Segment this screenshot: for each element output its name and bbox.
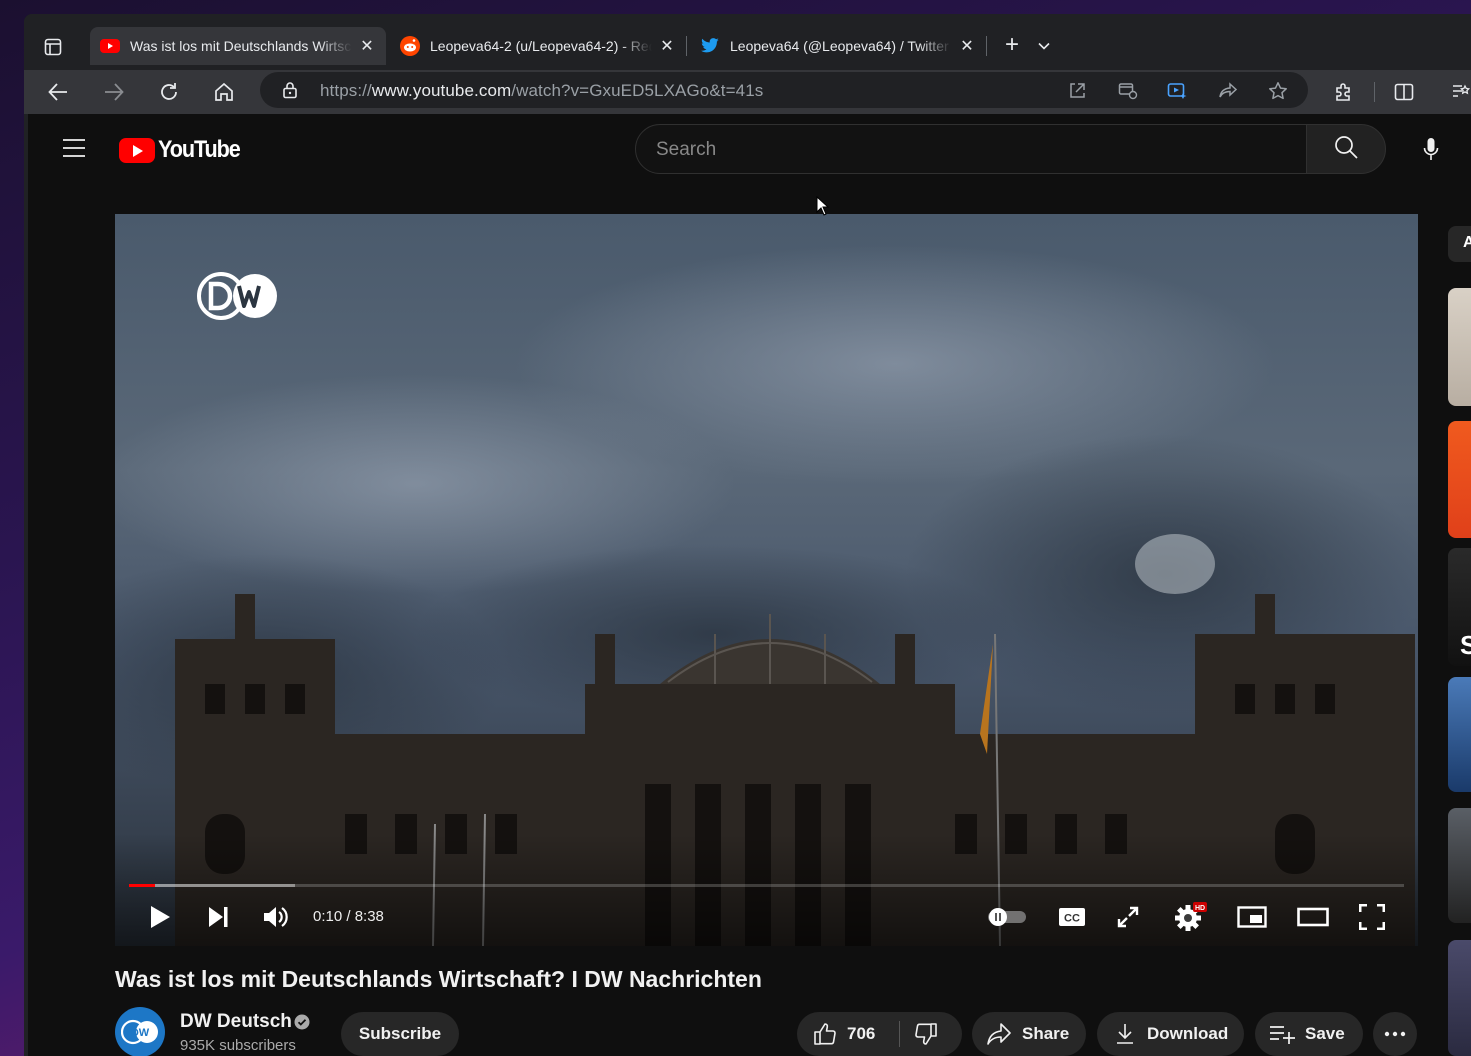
- share-arrow-icon: [986, 1023, 1012, 1045]
- miniplayer-icon[interactable]: [1235, 902, 1269, 932]
- toolbar: https://www.youtube.com/watch?v=GxuED5LX…: [24, 70, 1471, 114]
- tab-title: Was ist los mit Deutschlands Wirtschaft?…: [130, 38, 352, 54]
- hd-badge: HD: [1195, 905, 1205, 912]
- tab-strip: Was ist los mit Deutschlands Wirtschaft?…: [24, 14, 1471, 70]
- play-button[interactable]: [145, 902, 175, 932]
- video-player[interactable]: 0:10 / 8:38 CC HD: [115, 214, 1418, 946]
- search-button[interactable]: [1306, 124, 1386, 174]
- mouse-cursor-icon: [816, 195, 830, 221]
- close-icon[interactable]: ✕: [958, 37, 976, 55]
- add-to-playlist-icon: [1269, 1024, 1295, 1044]
- tab-title: Leopeva64 (@Leopeva64) / Twitter: [730, 38, 949, 54]
- sidebar-filter-chip[interactable]: A: [1448, 226, 1471, 262]
- lock-icon[interactable]: [280, 80, 300, 100]
- volume-icon[interactable]: [261, 902, 291, 932]
- save-label: Save: [1305, 1024, 1345, 1043]
- search-placeholder: Search: [656, 139, 717, 160]
- like-count[interactable]: 706: [847, 1024, 875, 1044]
- sidebar-thumbnail-text: S: [1460, 630, 1471, 660]
- url-path: /watch?v=GxuED5LXAGo&t=41s: [511, 81, 764, 100]
- controls-gradient: [115, 834, 1418, 946]
- tab-separator: [686, 36, 687, 56]
- subscribe-button[interactable]: Subscribe: [341, 1012, 459, 1056]
- tab-youtube[interactable]: Was ist los mit Deutschlands Wirtschaft?…: [90, 27, 386, 65]
- share-button[interactable]: Share: [972, 1012, 1086, 1056]
- avatar-text: DW: [131, 1027, 150, 1039]
- download-icon: [1115, 1023, 1135, 1045]
- autoplay-toggle[interactable]: [985, 902, 1029, 932]
- close-icon[interactable]: ✕: [358, 37, 376, 55]
- settings-gear-icon[interactable]: HD: [1173, 902, 1209, 932]
- hamburger-menu-icon[interactable]: [62, 138, 86, 158]
- home-button[interactable]: [208, 76, 240, 108]
- extensions-puzzle-icon[interactable]: [1328, 76, 1360, 108]
- like-dislike-group: 706: [797, 1012, 962, 1056]
- url-text[interactable]: https://www.youtube.com/watch?v=GxuED5LX…: [320, 81, 763, 101]
- closed-captions-icon[interactable]: CC: [1055, 902, 1089, 932]
- download-label: Download: [1147, 1024, 1229, 1043]
- channel-avatar[interactable]: DW: [115, 1007, 165, 1056]
- close-icon[interactable]: ✕: [658, 37, 676, 55]
- share-icon[interactable]: [1217, 80, 1239, 102]
- next-video-button[interactable]: [203, 902, 233, 932]
- url-host: www.youtube.com: [371, 81, 512, 100]
- open-in-app-icon[interactable]: [1066, 80, 1088, 102]
- theater-mode-icon[interactable]: [1295, 902, 1331, 932]
- toolbar-separator: [1374, 82, 1375, 102]
- like-thumbs-up-icon[interactable]: [813, 1022, 837, 1046]
- verified-check-icon: [294, 1014, 310, 1030]
- sidebar-thumbnail[interactable]: S: [1448, 548, 1471, 666]
- fullscreen-icon[interactable]: [1355, 902, 1389, 932]
- tab-twitter[interactable]: Leopeva64 (@Leopeva64) / Twitter ✕: [690, 27, 986, 65]
- youtube-page: YouTube Search 0:10 / 8:38 CC HD Was ist…: [28, 114, 1471, 1056]
- video-title: Was ist los mit Deutschlands Wirtschaft?…: [115, 966, 762, 992]
- tab-actions-menu-icon[interactable]: [38, 32, 68, 62]
- youtube-logo[interactable]: YouTube: [119, 136, 249, 164]
- search-input[interactable]: Search: [635, 124, 1307, 174]
- tab-title: Leopeva64-2 (u/Leopeva64-2) - Reddit: [430, 38, 652, 54]
- favorites-collections-icon[interactable]: [1444, 76, 1471, 108]
- back-button[interactable]: [42, 76, 74, 108]
- video-enhance-icon[interactable]: [1166, 80, 1188, 102]
- sidebar-thumbnail[interactable]: [1448, 288, 1471, 406]
- favorite-star-icon[interactable]: [1267, 80, 1289, 102]
- youtube-wordmark: YouTube: [158, 136, 241, 163]
- voice-search-mic-icon[interactable]: [1417, 134, 1445, 164]
- refresh-button[interactable]: [153, 76, 185, 108]
- url-scheme: https://: [320, 81, 372, 100]
- app-available-icon[interactable]: [1117, 80, 1139, 102]
- browser-window: Was ist los mit Deutschlands Wirtschaft?…: [24, 14, 1471, 1056]
- more-horizontal-icon: [1384, 1031, 1406, 1037]
- dw-watermark-logo: [197, 272, 279, 325]
- more-actions-button[interactable]: [1373, 1012, 1417, 1056]
- youtube-play-logo-icon: [119, 137, 155, 163]
- save-button[interactable]: Save: [1255, 1012, 1363, 1056]
- search-icon: [1334, 135, 1358, 164]
- forward-button[interactable]: [98, 76, 130, 108]
- progress-played: [129, 884, 155, 887]
- like-divider: [899, 1021, 901, 1047]
- share-label: Share: [1022, 1024, 1070, 1043]
- tab-separator: [986, 36, 987, 56]
- sidebar-thumbnail[interactable]: [1448, 940, 1471, 1056]
- tab-list-chevron-icon[interactable]: [1034, 36, 1054, 56]
- split-screen-icon[interactable]: [1388, 76, 1420, 108]
- sidebar-thumbnail[interactable]: [1448, 677, 1471, 792]
- time-display: 0:10 / 8:38: [313, 908, 384, 925]
- twitter-icon: [700, 36, 720, 56]
- dislike-thumbs-down-icon[interactable]: [914, 1022, 938, 1046]
- download-button[interactable]: Download: [1097, 1012, 1244, 1056]
- tab-reddit[interactable]: Leopeva64-2 (u/Leopeva64-2) - Reddit ✕: [390, 27, 686, 65]
- sidebar-thumbnail[interactable]: [1448, 421, 1471, 538]
- subscriber-count: 935K subscribers: [180, 1037, 296, 1054]
- youtube-icon: [100, 36, 120, 56]
- expand-arrows-icon[interactable]: [1113, 902, 1143, 932]
- new-tab-button[interactable]: +: [1000, 33, 1024, 58]
- sidebar-thumbnail[interactable]: [1448, 808, 1471, 923]
- address-bar[interactable]: https://www.youtube.com/watch?v=GxuED5LX…: [260, 72, 1308, 108]
- channel-name[interactable]: DW Deutsch: [180, 1011, 292, 1033]
- svg-text:CC: CC: [1064, 913, 1080, 925]
- reddit-icon: [400, 36, 420, 56]
- progress-bar[interactable]: [129, 884, 1404, 887]
